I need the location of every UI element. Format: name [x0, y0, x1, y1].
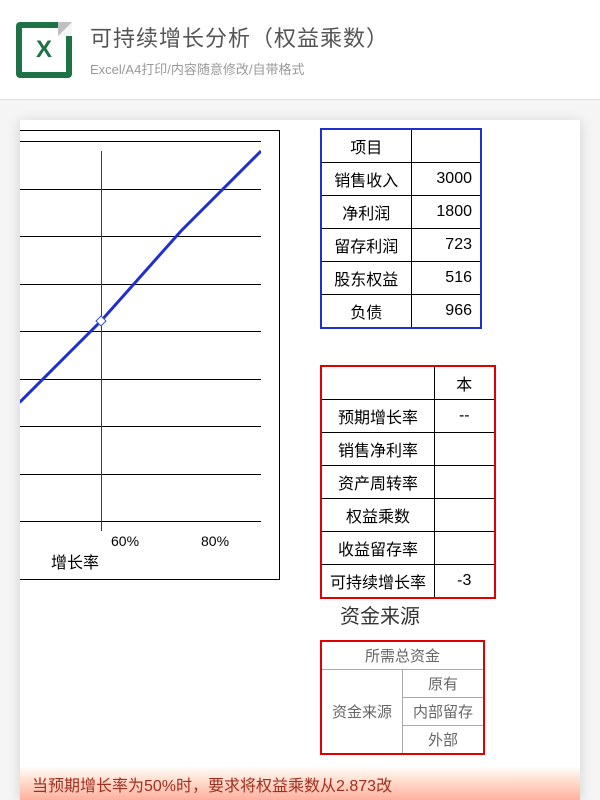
- table-row: 预期增长率--: [321, 400, 495, 433]
- col-header: 项目: [321, 129, 411, 163]
- table-row: 销售收入3000: [321, 163, 481, 196]
- fund-row: 内部留存: [403, 698, 485, 726]
- plot-area: [20, 141, 261, 521]
- excel-icon: [16, 22, 72, 78]
- data-line: [20, 141, 261, 521]
- fund-header: 所需总资金: [321, 641, 484, 670]
- col-header: 本: [435, 366, 495, 400]
- x-axis-label: 增长率: [51, 549, 99, 573]
- fund-row: 原有: [403, 670, 485, 698]
- table-row: 销售净利率: [321, 433, 495, 466]
- growth-chart: 60% 80% 增长率: [20, 130, 280, 580]
- file-header: 可持续增长分析（权益乘数） Excel/A4打印/内容随意修改/自带格式: [0, 0, 600, 100]
- table-row: 收益留存率: [321, 532, 495, 565]
- table-row: 资产周转率: [321, 466, 495, 499]
- analysis-note: 当预期增长率为50%时，要求将权益乘数从2.873改: [20, 766, 580, 800]
- table-row: 净利润1800: [321, 196, 481, 229]
- reference-line: [101, 151, 102, 531]
- section-heading: 资金来源: [340, 600, 420, 629]
- document-title: 可持续增长分析（权益乘数）: [90, 21, 389, 53]
- table-row: 权益乘数: [321, 499, 495, 532]
- document-subtitle: Excel/A4打印/内容随意修改/自带格式: [90, 59, 389, 78]
- table-row: 负债966: [321, 295, 481, 329]
- table-row: 可持续增长率-3: [321, 565, 495, 599]
- x-tick: 60%: [111, 533, 139, 549]
- table-row: 股东权益516: [321, 262, 481, 295]
- financial-data-table: 项目 销售收入3000 净利润1800 留存利润723 股东权益516 负债96…: [320, 128, 482, 329]
- document-preview: 60% 80% 增长率 项目 销售收入3000 净利润1800 留存利润723 …: [20, 120, 580, 800]
- fund-row: 外部: [403, 726, 485, 755]
- funding-sources-table: 所需总资金 资金来源 原有 内部留存 外部: [320, 640, 485, 755]
- fund-side-label: 资金来源: [321, 670, 403, 755]
- growth-metrics-table: 本 预期增长率-- 销售净利率 资产周转率 权益乘数 收益留存率 可持续增长率-…: [320, 365, 496, 599]
- x-tick: 80%: [201, 533, 229, 549]
- table-row: 留存利润723: [321, 229, 481, 262]
